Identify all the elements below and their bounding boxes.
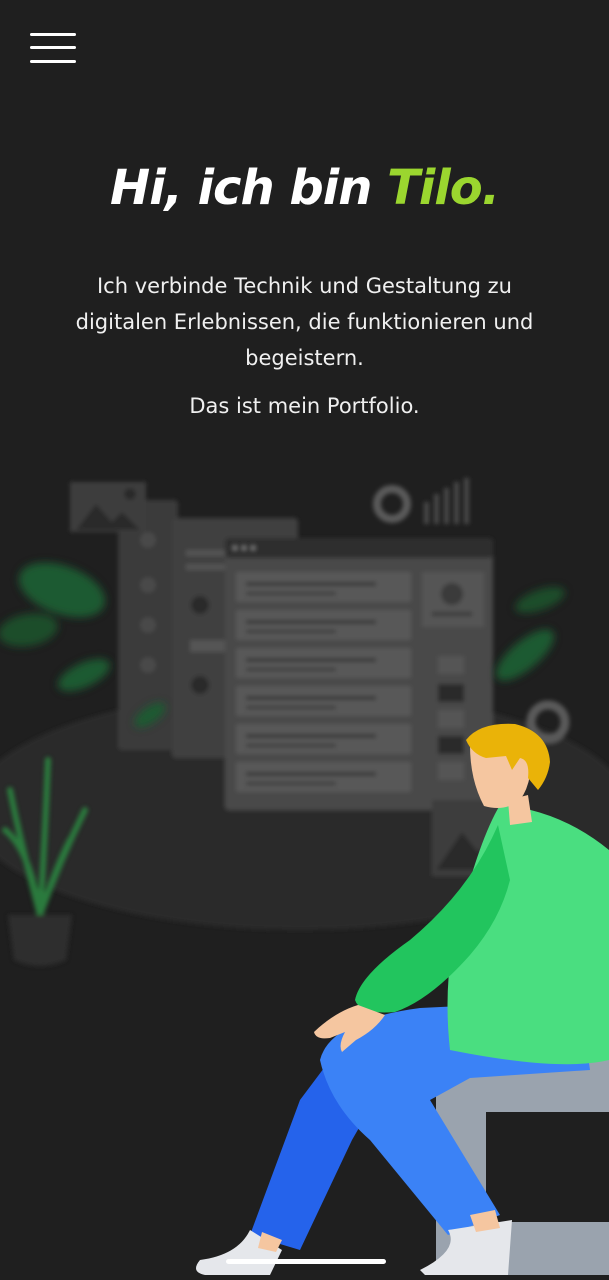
menu-line — [30, 46, 76, 49]
menu-line — [30, 33, 76, 36]
hero-title-name: Tilo — [387, 160, 483, 216]
home-indicator[interactable] — [226, 1259, 386, 1264]
hero-title-prefix: Hi, ich bin — [110, 160, 388, 216]
developer-at-dashboard-illustration — [0, 478, 609, 1275]
portfolio-home: Hi, ich bin Tilo. Ich verbinde Technik u… — [0, 0, 609, 1280]
hero-title-suffix: . — [481, 160, 500, 216]
hero-title: Hi, ich bin Tilo. — [0, 160, 609, 216]
menu-line — [30, 60, 76, 63]
hero-intro: Ich verbinde Technik und Gestaltung zu d… — [75, 274, 534, 370]
hero-tagline: Das ist mein Portfolio. — [189, 394, 420, 418]
hamburger-menu-icon[interactable] — [30, 33, 76, 65]
